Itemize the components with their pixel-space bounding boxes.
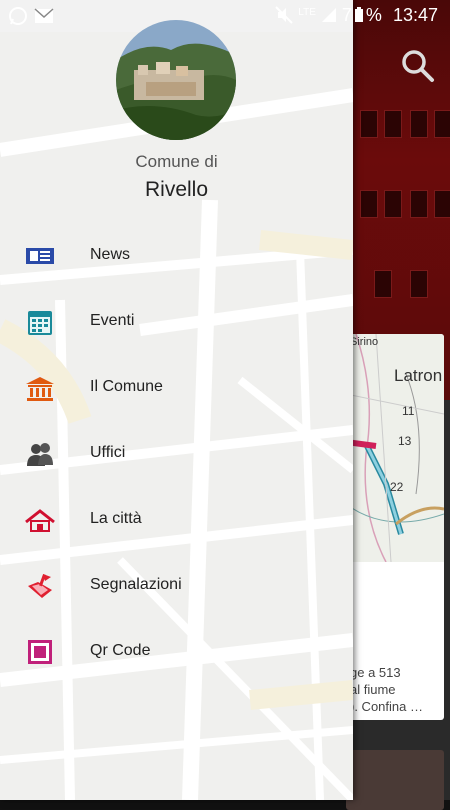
map-label: 13 [398, 434, 412, 448]
menu-item-label: Segnalazioni [90, 576, 182, 593]
map-label: 11 [402, 404, 415, 418]
signal-icon [321, 8, 336, 22]
menu-item-label: La città [90, 510, 142, 527]
menu-item-eventi[interactable]: Eventi [0, 296, 353, 348]
content-card[interactable] [346, 750, 444, 810]
menu-item-label: Uffici [90, 444, 126, 461]
content-card[interactable]: Sirino Latron 11 13 22 ge a 513 al fiume… [346, 334, 444, 720]
clock: 13:47 [392, 5, 438, 25]
whatsapp-icon [9, 7, 27, 25]
report-icon [28, 574, 52, 598]
menu-item-label: News [90, 246, 131, 263]
calendar-icon [28, 311, 52, 335]
search-icon [402, 50, 434, 82]
house-icon [25, 509, 55, 532]
menu-item-qr-code[interactable]: Qr Code [0, 626, 353, 678]
menu-item-label: Eventi [90, 312, 135, 329]
people-icon [27, 443, 53, 466]
battery-percent: % [365, 5, 382, 25]
network-type: LTE [298, 7, 316, 18]
menu-item-segnalazioni[interactable]: Segnalazioni [0, 560, 353, 612]
menu-item-news[interactable]: News [0, 230, 353, 282]
map-label: Sirino [350, 336, 379, 348]
card-description: ge a 513 al fiume ). Confina … [350, 665, 423, 714]
menu-item-label: Qr Code [90, 642, 151, 659]
header-title: Rivello [144, 178, 209, 201]
newspaper-icon [26, 248, 54, 264]
battery-icon [354, 7, 363, 22]
menu-item-label: Il Comune [90, 378, 163, 395]
mute-icon [275, 6, 293, 24]
menu-item-la-citta[interactable]: La città [0, 494, 353, 546]
battery-level: 7 [341, 5, 352, 25]
search-button[interactable] [398, 46, 438, 86]
navigation-drawer: Comune di Rivello News Eventi Il Comune … [0, 0, 353, 800]
town-hall-icon [26, 377, 54, 401]
town-photo [116, 20, 236, 140]
map-label: 22 [390, 480, 404, 494]
menu-item-il-comune[interactable]: Il Comune [0, 362, 353, 414]
card-map-image: Sirino Latron 11 13 22 [346, 334, 444, 562]
mail-icon [34, 8, 54, 23]
status-bar: LTE 7% 13:47 [0, 0, 450, 32]
qr-code-icon [28, 640, 52, 664]
menu-item-uffici[interactable]: Uffici [0, 428, 353, 480]
map-label: Latron [394, 366, 443, 385]
header-subtitle: Comune di [135, 152, 218, 171]
